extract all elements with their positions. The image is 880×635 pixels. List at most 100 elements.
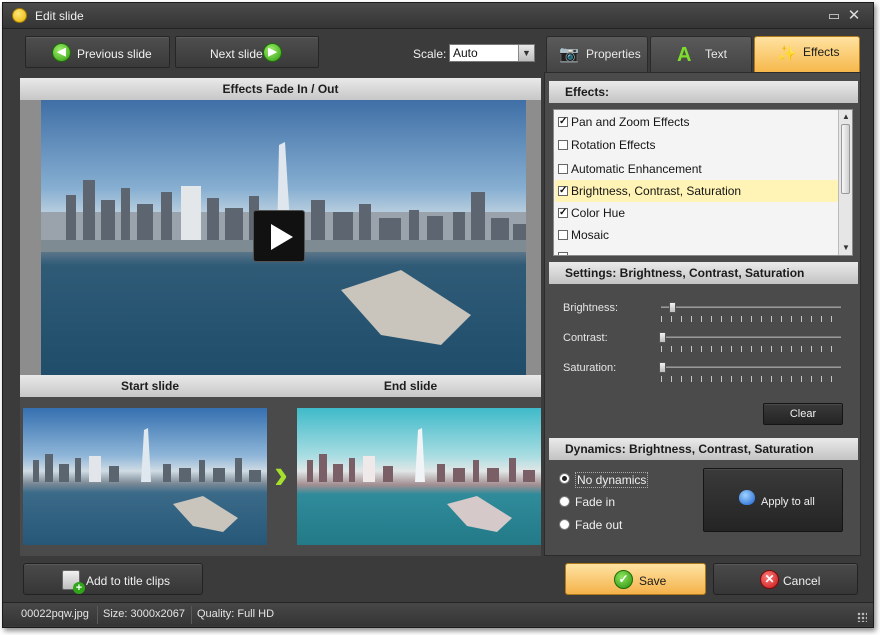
- effect-item-partial[interactable]: [555, 246, 838, 255]
- fade-out-label[interactable]: Fade out: [575, 518, 622, 532]
- window-title: Edit slide: [35, 9, 84, 23]
- camera-icon: 📷: [559, 46, 579, 63]
- arrow-left-icon: ◀: [52, 43, 71, 62]
- effect-item-auto-enhancement[interactable]: Automatic Enhancement: [555, 158, 838, 180]
- scale-label: Scale:: [413, 47, 447, 61]
- brightness-label: Brightness:: [563, 302, 619, 314]
- play-button[interactable]: [253, 210, 305, 262]
- arrow-right-icon: ▶: [263, 43, 282, 62]
- fade-in-label[interactable]: Fade in: [575, 495, 615, 509]
- next-slide-label: Next slide: [210, 47, 263, 61]
- cancel-label: Cancel: [783, 574, 821, 588]
- save-label: Save: [639, 574, 667, 588]
- start-slide-thumbnail[interactable]: [23, 408, 267, 545]
- effect-item-mosaic[interactable]: Mosaic: [555, 224, 838, 246]
- saturation-label: Saturation:: [563, 362, 617, 374]
- end-slide-header: End slide: [280, 375, 541, 397]
- status-divider: [97, 606, 98, 624]
- brightness-slider[interactable]: [661, 306, 841, 308]
- no-dynamics-label[interactable]: No dynamics: [575, 472, 649, 488]
- edit-slide-window: Edit slide ▭ ✕ ◀ Previous slide Next sli…: [2, 2, 874, 628]
- clear-button[interactable]: Clear: [763, 403, 843, 425]
- effect-item-color-hue[interactable]: ✓ Color Hue: [555, 202, 838, 224]
- tab-text-label: Text: [705, 47, 728, 61]
- add-to-title-clips-button[interactable]: Add to title clips: [23, 563, 203, 595]
- status-bar: 00022pqw.jpg Size: 3000x2067 Quality: Fu…: [3, 602, 873, 626]
- contrast-label: Contrast:: [563, 332, 608, 344]
- slide-preview-image: [41, 100, 526, 375]
- dynamics-header: Dynamics: Brightness, Contrast, Saturati…: [549, 438, 858, 460]
- checkbox-color-hue[interactable]: ✓: [558, 208, 568, 218]
- add-to-title-clips-label: Add to title clips: [86, 574, 171, 588]
- brightness-slider-thumb[interactable]: [669, 302, 676, 313]
- status-size: Size: 3000x2067: [103, 608, 185, 620]
- apply-to-all-button[interactable]: Apply to all: [703, 468, 843, 532]
- chevron-down-icon[interactable]: ▼: [518, 45, 534, 61]
- magic-effects-icon: ✨: [777, 46, 797, 63]
- scale-select[interactable]: Auto ▼: [449, 44, 535, 62]
- radio-fade-out[interactable]: [559, 519, 570, 530]
- transition-arrow-icon: ›: [274, 450, 288, 497]
- effects-header: Effects:: [549, 81, 858, 103]
- cancel-x-icon: ✕: [760, 570, 779, 589]
- effects-scrollbar[interactable]: ▲ ▼: [838, 110, 852, 255]
- status-divider: [191, 606, 192, 624]
- effects-panel: Effects: ✓ Pan and Zoom Effects Rotation…: [544, 72, 861, 556]
- radio-fade-in[interactable]: [559, 496, 570, 507]
- checkbox-rotation[interactable]: [558, 140, 568, 150]
- start-slide-header: Start slide: [20, 375, 280, 397]
- checkbox-pan-zoom[interactable]: ✓: [558, 117, 568, 127]
- effect-label: Brightness, Contrast, Saturation: [571, 184, 742, 198]
- scroll-thumb[interactable]: [841, 124, 850, 194]
- effect-item-brightness[interactable]: ✓ Brightness, Contrast, Saturation: [555, 180, 838, 202]
- text-a-icon: A: [677, 44, 692, 66]
- end-slide-thumbnail[interactable]: [297, 408, 541, 545]
- cancel-button[interactable]: ✕ Cancel: [713, 563, 858, 595]
- previous-slide-button[interactable]: ◀ Previous slide: [25, 36, 170, 68]
- checkbox-partial[interactable]: [558, 252, 568, 255]
- tab-effects[interactable]: ✨ Effects: [754, 36, 860, 72]
- end-skyline-image: [307, 428, 535, 532]
- checkbox-brightness[interactable]: ✓: [558, 186, 568, 196]
- save-button[interactable]: ✓ Save: [565, 563, 706, 595]
- tab-properties-label: Properties: [586, 47, 641, 61]
- tab-effects-label: Effects: [803, 45, 840, 59]
- effect-label: Rotation Effects: [571, 138, 656, 152]
- checkbox-mosaic[interactable]: [558, 230, 568, 240]
- effect-label: Automatic Enhancement: [571, 162, 702, 176]
- tab-text[interactable]: A Text: [650, 36, 752, 72]
- effect-label: Color Hue: [571, 206, 626, 220]
- check-icon: ✓: [614, 570, 633, 589]
- saturation-slider[interactable]: [661, 366, 841, 368]
- brightness-ticks: [661, 316, 841, 322]
- effect-label: Mosaic: [571, 228, 610, 242]
- scroll-up-icon[interactable]: ▲: [841, 112, 851, 122]
- effect-item-pan-zoom[interactable]: ✓ Pan and Zoom Effects: [555, 111, 838, 133]
- apply-to-all-label: Apply to all: [761, 496, 815, 508]
- next-slide-button[interactable]: Next slide ▶: [175, 36, 319, 68]
- close-icon[interactable]: ✕: [845, 7, 863, 25]
- contrast-slider-thumb[interactable]: [659, 332, 666, 343]
- start-skyline-image: [33, 428, 261, 532]
- scroll-down-icon[interactable]: ▼: [841, 243, 851, 253]
- play-icon: [271, 224, 293, 250]
- effect-label: Pan and Zoom Effects: [571, 115, 690, 129]
- saturation-slider-thumb[interactable]: [659, 362, 666, 373]
- maximize-icon[interactable]: ▭: [825, 7, 843, 25]
- title-bar[interactable]: Edit slide ▭ ✕: [3, 3, 873, 29]
- contrast-slider[interactable]: [661, 336, 841, 338]
- preview-panel: Effects Fade In / Out Start slide End sl…: [20, 78, 541, 556]
- app-smiley-icon: [12, 8, 27, 23]
- tab-properties[interactable]: 📷 Properties: [546, 36, 648, 72]
- add-document-icon: [62, 570, 85, 594]
- status-quality: Quality: Full HD: [197, 608, 275, 620]
- checkbox-auto-enhancement[interactable]: [558, 164, 568, 174]
- resize-grip-icon[interactable]: [857, 612, 867, 622]
- saturation-ticks: [661, 376, 841, 382]
- effects-list[interactable]: ✓ Pan and Zoom Effects Rotation Effects …: [553, 109, 853, 256]
- effect-item-rotation[interactable]: Rotation Effects: [555, 134, 838, 156]
- radio-no-dynamics[interactable]: [559, 473, 570, 484]
- settings-header: Settings: Brightness, Contrast, Saturati…: [549, 262, 858, 284]
- contrast-ticks: [661, 346, 841, 352]
- preview-header: Effects Fade In / Out: [20, 78, 541, 100]
